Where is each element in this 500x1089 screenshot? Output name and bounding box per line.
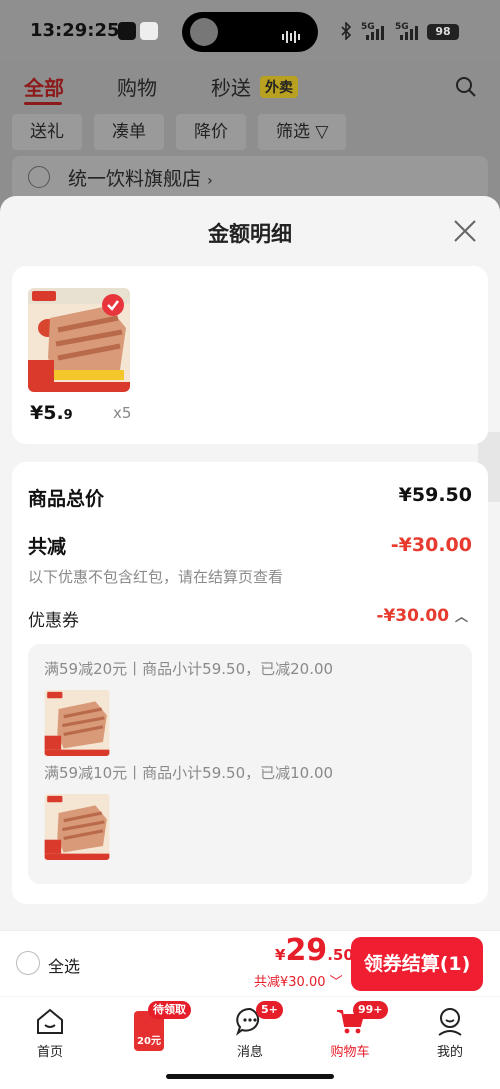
coupon-product-photo-2 (44, 794, 110, 860)
coupon-product-photo-1 (44, 690, 110, 756)
tab-all[interactable]: 全部 (24, 72, 64, 101)
filter-add-on[interactable]: 凑单 (94, 114, 164, 150)
filter-chips: 送礼 凑单 降价 筛选 ▽ (12, 114, 347, 150)
checkout-discount[interactable]: 共减¥30.00 ﹀ (254, 971, 343, 990)
goods-total-value: ¥59.50 (398, 484, 472, 506)
nav-profile-label: 我的 (436, 1045, 463, 1060)
price-breakdown-card: 商品总价 ¥59.50 共减 -¥30.00 以下优惠不包含红包，请在结算页查看… (12, 462, 488, 904)
checkout-total-dec: .50 (327, 946, 354, 964)
filter-more-label: 筛选 (276, 122, 310, 142)
chevron-up-icon: ︿ (454, 610, 468, 625)
checkout-total: ¥29.50 (275, 933, 354, 968)
nav-home-label: 首页 (36, 1045, 63, 1060)
tab-shopping[interactable]: 购物 (117, 72, 157, 101)
tiktok-icon (118, 22, 136, 40)
product-price-dec: 9 (63, 408, 73, 423)
tab-express[interactable]: 秒送 (211, 72, 251, 101)
waimai-badge: 外卖 (260, 76, 298, 98)
coupon-detail-box: 满59减20元丨商品小计59.50，已减20.00 满59减10元丨商品小计59… (28, 644, 472, 884)
goods-total-label: 商品总价 (28, 488, 105, 510)
coupon-detail-2: 满59减10元丨商品小计59.50，已减10.00 (44, 764, 334, 782)
coupon-value-text: -¥30.00 (376, 606, 450, 626)
nav-cart-label: 购物车 (330, 1045, 370, 1060)
product-price-int: ¥5. (30, 402, 64, 424)
coupon-product-image-2 (44, 794, 110, 860)
status-bar: 13:29:25 5G 5G 98 (0, 0, 500, 60)
total-reduction-label: 共减 (28, 536, 67, 558)
profile-icon (438, 1008, 462, 1036)
product-quantity: x5 (113, 404, 132, 422)
cart-badge: 99+ (353, 1001, 388, 1019)
messages-badge: 5+ (256, 1001, 283, 1019)
dynamic-island[interactable] (182, 12, 318, 52)
red-packet-amount: 20元 (137, 1036, 161, 1047)
store-name[interactable]: 统一饮料旗舰店 › (68, 164, 213, 191)
checkout-button[interactable]: 领券结算(1) (351, 937, 483, 991)
store-name-text: 统一饮料旗舰店 (68, 168, 202, 190)
product-image[interactable] (28, 288, 130, 392)
nav-messages-label: 消息 (236, 1045, 263, 1060)
bluetooth-icon (341, 22, 352, 40)
selected-check-icon (102, 294, 124, 316)
coupon-label: 优惠券 (28, 611, 79, 631)
filter-price-drop[interactable]: 降价 (176, 114, 246, 150)
media-thumbnail (190, 18, 218, 46)
coupon-product-image-1 (44, 690, 110, 756)
product-price: ¥5.9 (30, 402, 73, 424)
signal-icon-2 (400, 24, 418, 40)
battery-indicator: 98 (427, 24, 459, 40)
chevron-down-icon: ﹀ (329, 975, 343, 990)
product-card: ¥5.9 x5 (12, 266, 488, 444)
funnel-icon: ▽ (315, 122, 329, 142)
coupon-detail-1: 满59减20元丨商品小计59.50，已减20.00 (44, 660, 334, 678)
nav-home[interactable]: 首页 (10, 997, 90, 1061)
home-indicator[interactable] (166, 1074, 334, 1079)
checkout-total-yen: ¥ (275, 946, 286, 964)
select-all-label[interactable]: 全选 (48, 953, 80, 977)
status-time: 13:29:25 (30, 20, 120, 41)
filter-gift[interactable]: 送礼 (12, 114, 82, 150)
close-icon[interactable] (452, 218, 478, 244)
filter-more[interactable]: 筛选 ▽ (258, 114, 347, 150)
app-notification-icon (140, 22, 158, 40)
checkout-bar: 全选 ¥29.50 共减¥30.00 ﹀ 领券结算(1) (0, 930, 500, 996)
search-icon[interactable] (455, 76, 477, 98)
chevron-right-icon: › (207, 173, 213, 189)
cart-tabs: 全部 购物 秒送 外卖 (0, 66, 500, 106)
checkout-discount-text: 共减¥30.00 (254, 975, 326, 990)
home-icon (37, 1008, 63, 1034)
select-all-radio[interactable] (16, 951, 40, 975)
sheet-title: 金额明细 (208, 222, 292, 246)
tab-underline (24, 102, 62, 105)
store-row[interactable]: 统一饮料旗舰店 › (12, 156, 488, 200)
reduction-note: 以下优惠不包含红包，请在结算页查看 (28, 568, 284, 586)
coupon-value[interactable]: -¥30.00 ︿ (376, 606, 468, 626)
red-packet-badge: 待领取 (148, 1001, 191, 1019)
nav-profile[interactable]: 我的 (410, 997, 490, 1061)
audio-wave-icon (282, 26, 304, 43)
signal-icon-1 (366, 24, 384, 40)
total-reduction-value: -¥30.00 (390, 534, 472, 556)
store-select-radio[interactable] (28, 166, 50, 188)
checkout-total-int: 29 (285, 933, 328, 968)
